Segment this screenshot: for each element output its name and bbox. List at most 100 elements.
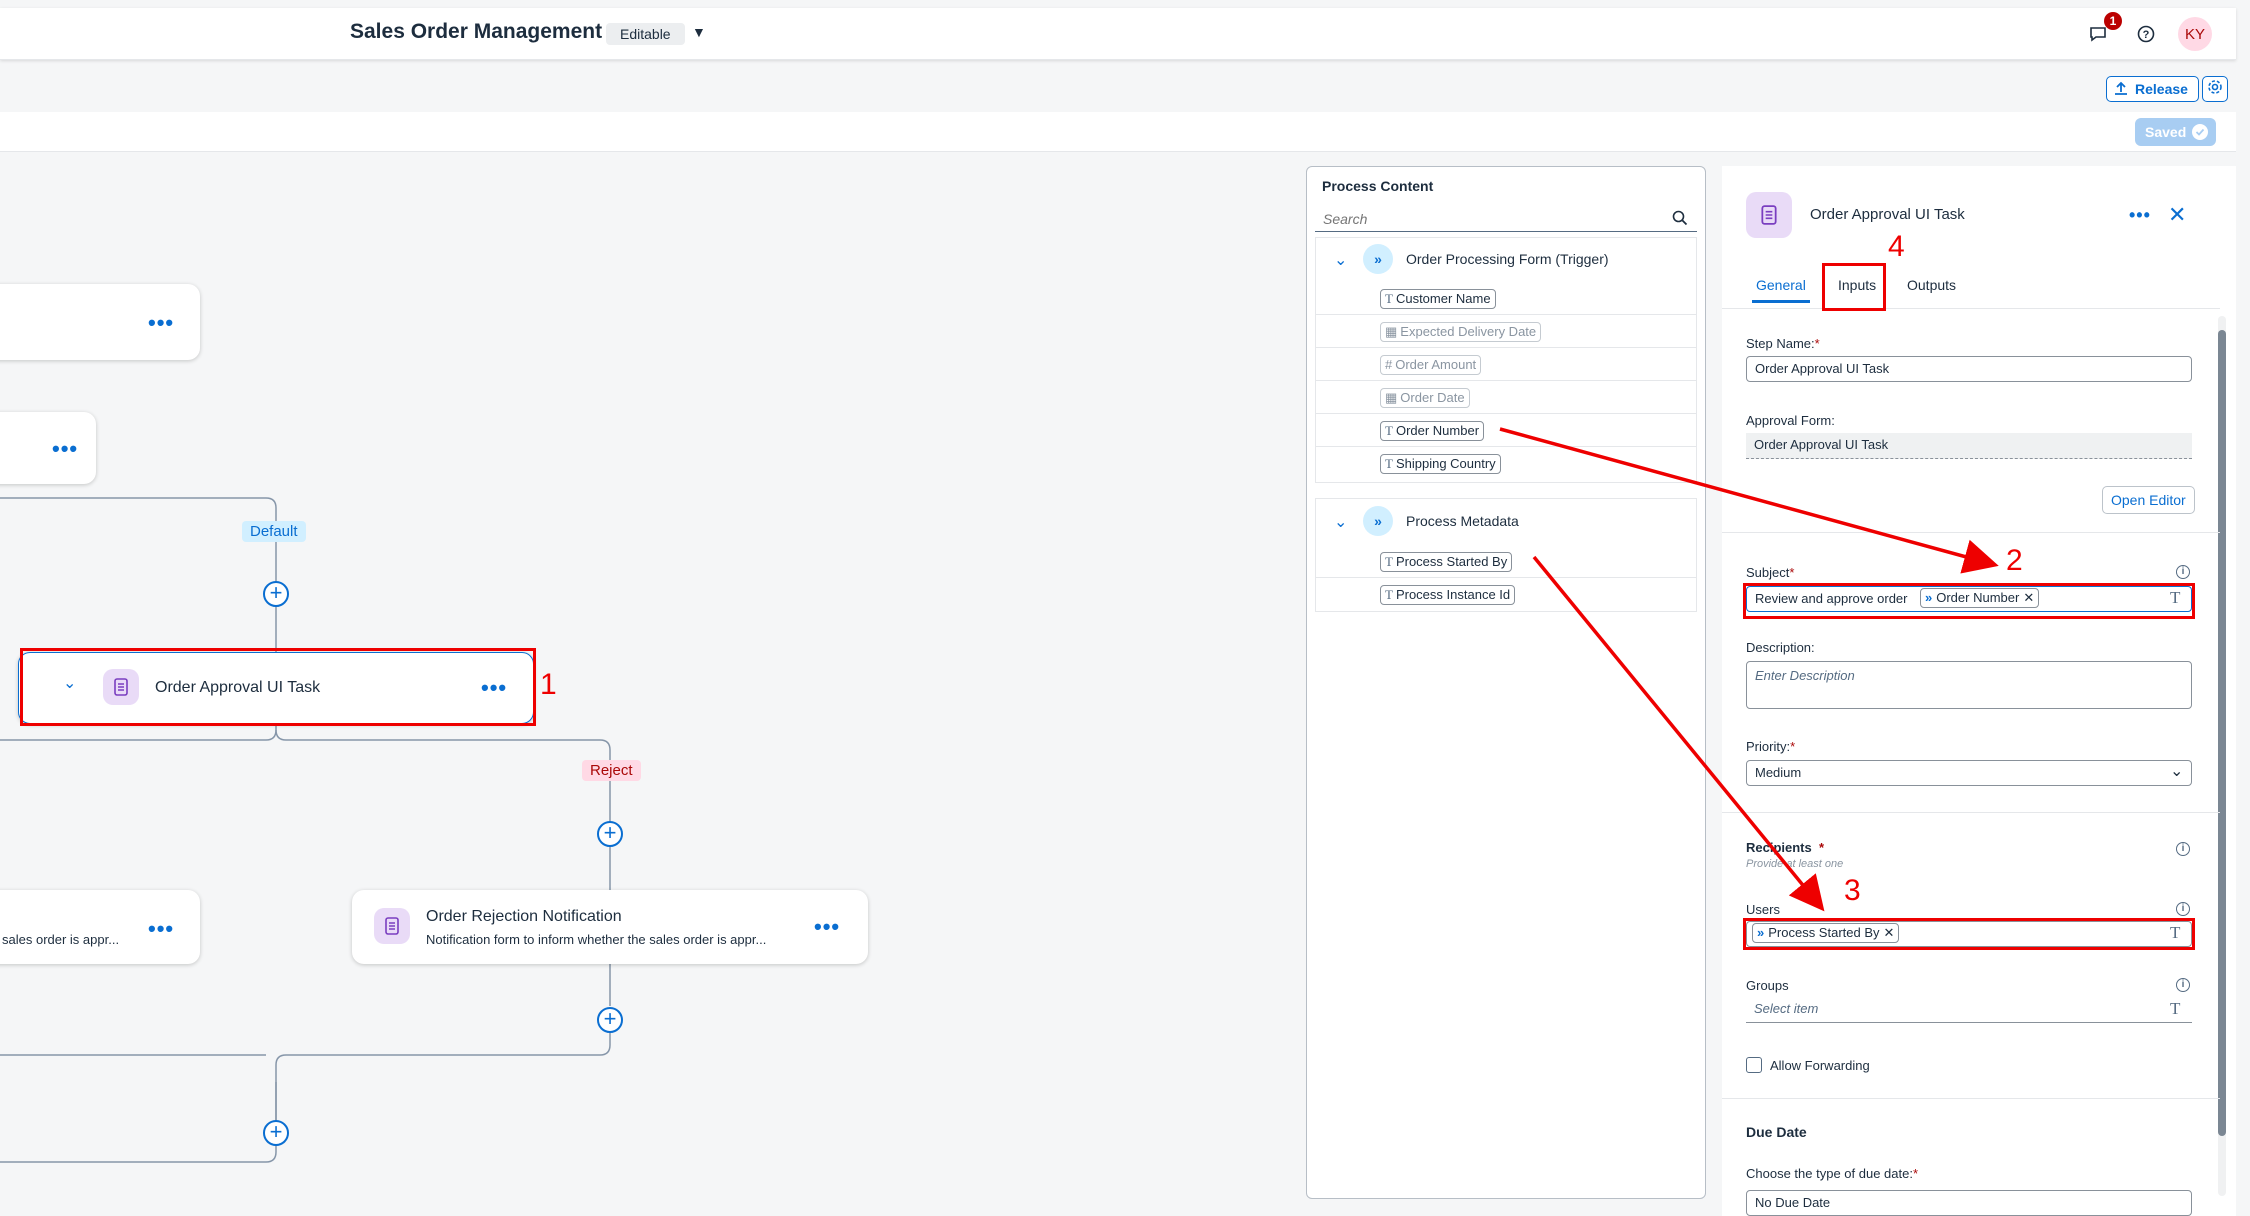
help-icon[interactable]: ?: [2130, 18, 2162, 50]
annotation-number-2: 2: [2006, 544, 2023, 577]
more-options-icon[interactable]: •••: [814, 916, 840, 938]
text-type-icon: T: [1385, 456, 1393, 471]
info-icon[interactable]: i: [2176, 902, 2190, 916]
scrollbar-thumb[interactable]: [2218, 330, 2226, 1136]
recipients-hint: Provide at least one: [1746, 858, 1844, 870]
saved-button-label: Saved: [2145, 124, 2187, 140]
open-editor-button[interactable]: Open Editor: [2102, 486, 2195, 514]
add-step-icon[interactable]: +: [263, 1120, 289, 1146]
annotation-box-1: [20, 648, 536, 726]
annotation-number-4: 4: [1888, 230, 1905, 263]
info-icon[interactable]: i: [2176, 565, 2190, 579]
process-content-title: Process Content: [1322, 178, 1434, 194]
flow-step-card[interactable]: •••: [0, 412, 96, 484]
rejection-description: Notification form to inform whether the …: [426, 932, 767, 947]
settings-button[interactable]: [2202, 76, 2228, 102]
chevron-down-icon[interactable]: ⌄: [1334, 512, 1347, 532]
add-step-icon[interactable]: +: [597, 1007, 623, 1033]
token-label: Process Instance Id: [1395, 587, 1511, 602]
content-token[interactable]: # Order Amount: [1380, 355, 1482, 375]
flow-step-card[interactable]: sales order is appr... •••: [0, 890, 200, 964]
content-token[interactable]: T Shipping Country: [1380, 454, 1501, 474]
text-type-icon[interactable]: T: [2170, 999, 2180, 1019]
info-icon[interactable]: i: [2176, 978, 2190, 992]
default-branch-label: Default: [242, 521, 306, 542]
text-type-icon: T: [1385, 291, 1393, 306]
avatar[interactable]: KY: [2178, 17, 2212, 51]
more-options-icon[interactable]: •••: [2129, 206, 2151, 224]
more-options-icon[interactable]: •••: [148, 918, 174, 940]
priority-select[interactable]: Medium: [1746, 760, 2192, 786]
annotation-box-2: [1743, 583, 2195, 619]
content-token[interactable]: T Order Number: [1380, 421, 1485, 441]
text-type-icon: T: [1385, 554, 1393, 569]
content-token[interactable]: ▦ Order Date: [1380, 388, 1470, 408]
token-label: Expected Delivery Date: [1400, 324, 1537, 339]
content-token[interactable]: T Process Started By: [1380, 552, 1513, 572]
token-label: Customer Name: [1395, 291, 1491, 306]
saved-button: Saved: [2135, 118, 2217, 146]
list-item: [1315, 447, 1697, 480]
priority-label: Priority:*: [1746, 739, 1796, 754]
reject-branch-label: Reject: [582, 760, 641, 781]
due-date-heading: Due Date: [1746, 1124, 1807, 1140]
recipients-heading: Recipients *: [1746, 840, 1825, 855]
allow-forwarding-checkbox[interactable]: [1746, 1057, 1762, 1073]
description-field[interactable]: Enter Description: [1746, 661, 2192, 709]
annotation-box-3: [1743, 918, 2195, 950]
version-dropdown-icon[interactable]: ▼: [692, 24, 706, 40]
list-item: [1315, 414, 1697, 447]
calendar-icon: ▦: [1385, 324, 1398, 339]
editor-toolbar: [0, 112, 2236, 152]
add-step-icon[interactable]: +: [597, 821, 623, 847]
divider: [1722, 812, 2220, 813]
divider: [1722, 308, 2220, 309]
users-label: Users: [1746, 902, 1780, 917]
release-button[interactable]: Release: [2106, 76, 2199, 102]
notification-count-badge: 1: [2104, 12, 2122, 30]
number-type-icon: #: [1385, 357, 1393, 372]
flow-step-card[interactable]: •••: [0, 284, 200, 360]
list-item: [1315, 381, 1697, 414]
form-icon: [1746, 192, 1792, 238]
app-title: Sales Order Management: [350, 20, 603, 43]
content-token[interactable]: T Customer Name: [1380, 289, 1496, 309]
form-icon: [374, 908, 410, 944]
close-icon[interactable]: ✕: [2168, 202, 2186, 228]
chevron-down-icon[interactable]: ⌄: [2170, 761, 2183, 781]
allow-forwarding-label: Allow Forwarding: [1770, 1058, 1870, 1073]
annotation-box-4: [1822, 263, 1886, 311]
token-label: Order Number: [1395, 423, 1480, 438]
rejection-title: Order Rejection Notification: [426, 908, 622, 925]
step-description: sales order is appr...: [2, 932, 120, 947]
properties-title: Order Approval UI Task: [1810, 206, 1965, 223]
content-token[interactable]: ▦ Expected Delivery Date: [1380, 322, 1542, 342]
due-date-select[interactable]: No Due Date: [1746, 1190, 2192, 1216]
rejection-notification-card[interactable]: Order Rejection Notification Notificatio…: [352, 890, 868, 964]
tab-general[interactable]: General: [1756, 277, 1806, 293]
more-options-icon[interactable]: •••: [52, 438, 78, 460]
token-label: Process Started By: [1395, 554, 1508, 569]
add-step-icon[interactable]: +: [263, 581, 289, 607]
approval-form-field: Order Approval UI Task: [1746, 433, 2192, 459]
text-type-icon: T: [1385, 423, 1393, 438]
svg-text:?: ?: [2143, 29, 2150, 41]
active-tab-indicator: [1752, 300, 1810, 303]
tab-outputs[interactable]: Outputs: [1907, 277, 1956, 293]
list-item: [1315, 348, 1697, 381]
groups-field[interactable]: Select item: [1746, 997, 2192, 1023]
gear-icon: [2207, 79, 2223, 100]
search-input[interactable]: [1315, 206, 1697, 232]
chevron-down-icon[interactable]: ⌄: [1334, 250, 1347, 270]
content-token[interactable]: T Process Instance Id: [1380, 585, 1516, 605]
more-options-icon[interactable]: •••: [148, 312, 174, 334]
step-name-field[interactable]: Order Approval UI Task: [1746, 356, 2192, 382]
annotation-number-1: 1: [540, 668, 557, 701]
calendar-icon: ▦: [1385, 390, 1398, 405]
status-badge: Editable: [606, 23, 685, 45]
info-icon[interactable]: i: [2176, 842, 2190, 856]
annotation-number-3: 3: [1844, 874, 1861, 907]
token-label: Order Amount: [1395, 357, 1477, 372]
release-button-label: Release: [2135, 81, 2188, 97]
search-icon[interactable]: [1672, 210, 1688, 231]
